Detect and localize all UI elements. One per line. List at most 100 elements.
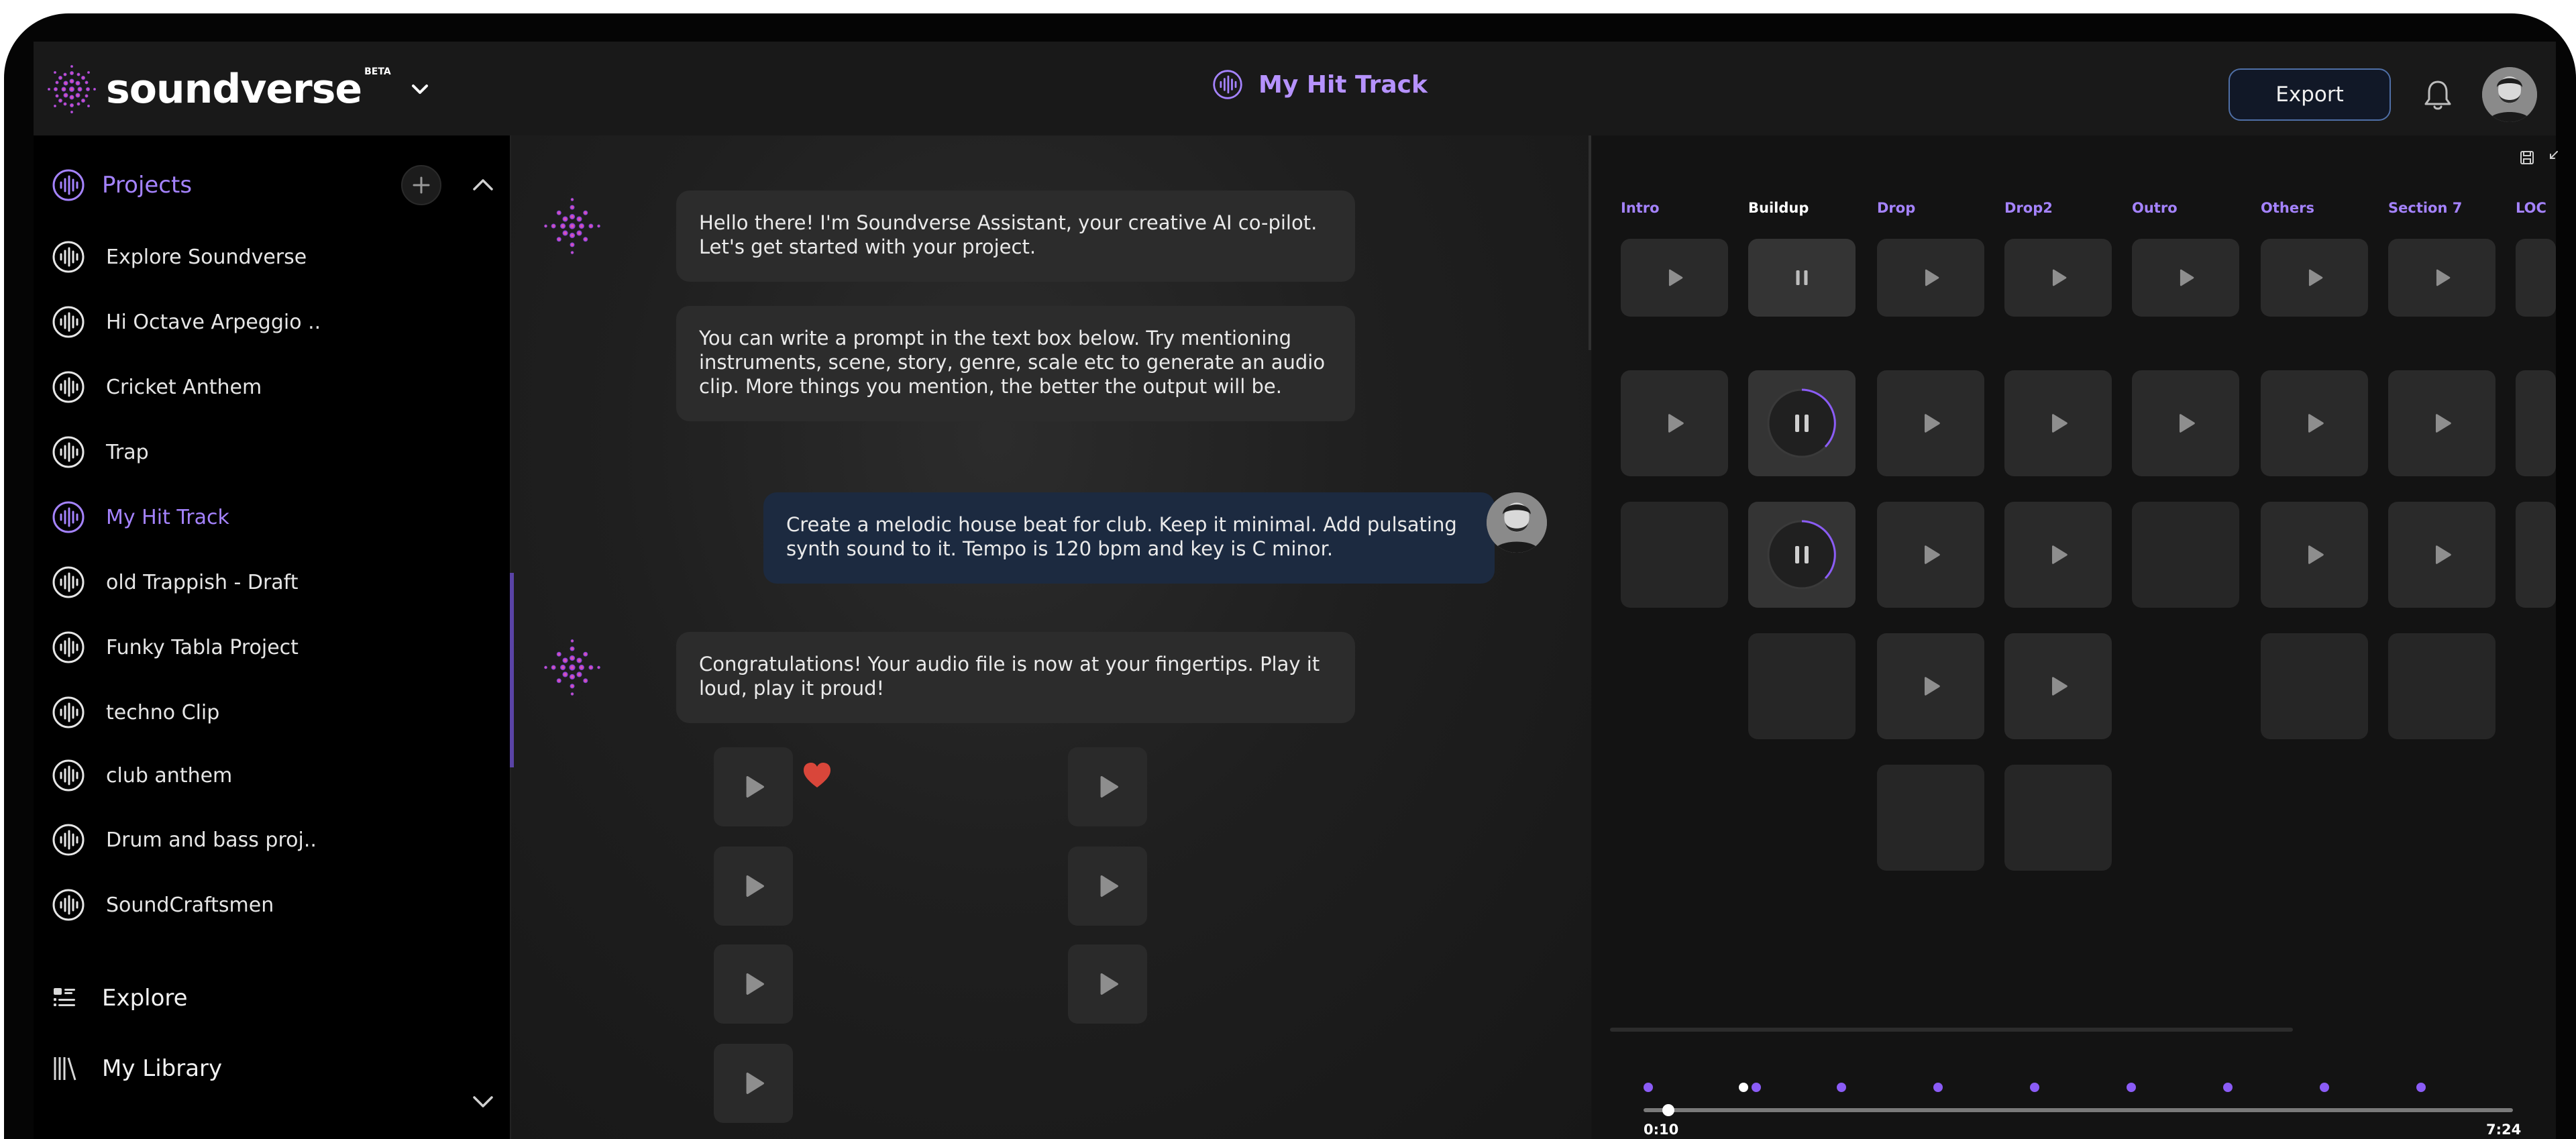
section-label[interactable]: Drop xyxy=(1877,200,1915,216)
timeline-marker[interactable] xyxy=(2127,1083,2136,1092)
play-icon xyxy=(1093,871,1122,901)
section-play-button[interactable] xyxy=(2261,239,2368,317)
clip-pad-empty[interactable] xyxy=(2004,765,2112,871)
project-item-drum-and-bass[interactable]: Drum and bass proj.. xyxy=(51,820,494,859)
project-item-soundcraftsmen[interactable]: SoundCraftsmen xyxy=(51,885,494,924)
nav-explore-label: Explore xyxy=(102,985,188,1012)
section-play-button[interactable] xyxy=(2388,239,2496,317)
chevron-down-icon[interactable] xyxy=(468,1087,498,1116)
clip-pad-playing[interactable] xyxy=(1748,370,1856,476)
clip-pad[interactable] xyxy=(1877,502,1984,608)
timeline-marker[interactable] xyxy=(1752,1083,1761,1092)
clip-pad[interactable] xyxy=(2516,370,2556,476)
clip-pad-empty[interactable] xyxy=(2261,633,2368,739)
clip-pad[interactable] xyxy=(1621,370,1728,476)
collapse-icon[interactable] xyxy=(2541,148,2561,168)
clip-pad-empty[interactable] xyxy=(1748,633,1856,739)
clip-pad[interactable] xyxy=(1877,370,1984,476)
project-item-club-anthem[interactable]: club anthem xyxy=(51,756,494,795)
save-icon[interactable] xyxy=(2517,148,2537,168)
section-label[interactable]: Section 7 xyxy=(2388,200,2462,216)
nav-my-library[interactable]: My Library xyxy=(51,1054,222,1083)
section-pause-button[interactable] xyxy=(1748,239,1856,317)
clip-pad-empty[interactable] xyxy=(1621,502,1728,608)
play-icon xyxy=(739,871,768,901)
project-item-old-trappish-draft[interactable]: old Trappish - Draft xyxy=(51,563,494,602)
timeline-marker[interactable] xyxy=(2223,1083,2233,1092)
clip-pad[interactable] xyxy=(2132,370,2239,476)
clip-pad-empty[interactable] xyxy=(1877,765,1984,871)
playback-thumb[interactable] xyxy=(1662,1104,1674,1116)
add-project-button[interactable] xyxy=(401,165,441,205)
bell-icon[interactable] xyxy=(2419,76,2457,114)
audio-clip-play-button[interactable] xyxy=(714,747,793,826)
project-item-trap[interactable]: Trap xyxy=(51,433,494,472)
clip-pad-playing[interactable] xyxy=(1748,502,1856,608)
clip-pad[interactable] xyxy=(2004,370,2112,476)
clip-pad[interactable] xyxy=(2388,502,2496,608)
timeline-marker-current[interactable] xyxy=(1739,1083,1748,1092)
project-item-techno-clip[interactable]: techno Clip xyxy=(51,693,494,732)
project-item-cricket-anthem[interactable]: Cricket Anthem xyxy=(51,368,494,406)
section-label[interactable]: Buildup xyxy=(1748,200,1809,216)
timeline-marker[interactable] xyxy=(1644,1083,1653,1092)
heart-icon[interactable] xyxy=(800,758,835,793)
chevron-up-icon[interactable] xyxy=(468,170,498,200)
clip-pad[interactable] xyxy=(2388,370,2496,476)
audio-clip-play-button[interactable] xyxy=(1068,847,1147,926)
project-item-explore-soundverse[interactable]: Explore Soundverse xyxy=(51,237,494,276)
timeline-marker[interactable] xyxy=(2320,1083,2329,1092)
audio-clip-play-button[interactable] xyxy=(1068,944,1147,1024)
audio-wave-icon xyxy=(51,822,86,857)
section-label[interactable]: LOC xyxy=(2516,200,2546,216)
play-icon xyxy=(1093,772,1122,802)
clip-pad-empty[interactable] xyxy=(2388,633,2496,739)
section-play-button[interactable] xyxy=(1877,239,1984,317)
timeline-marker[interactable] xyxy=(2416,1083,2426,1092)
projects-header[interactable]: Projects xyxy=(51,168,192,203)
section-label[interactable]: Intro xyxy=(1621,200,1660,216)
clip-pad[interactable] xyxy=(2004,502,2112,608)
section-play-button[interactable] xyxy=(2004,239,2112,317)
project-item-hi-octave-arpeggio[interactable]: Hi Octave Arpeggio .. xyxy=(51,303,494,341)
clip-pad[interactable] xyxy=(2516,502,2556,608)
timeline-marker[interactable] xyxy=(2030,1083,2039,1092)
clip-pad[interactable] xyxy=(1877,633,1984,739)
section-label[interactable]: Outro xyxy=(2132,200,2178,216)
play-icon xyxy=(1663,266,1686,289)
pause-icon xyxy=(1788,541,1815,568)
audio-clip-play-button[interactable] xyxy=(714,1044,793,1123)
timeline-marker[interactable] xyxy=(1933,1083,1943,1092)
projects-icon xyxy=(51,168,86,203)
playback-track[interactable] xyxy=(1644,1108,2513,1112)
section-play-button[interactable] xyxy=(2516,239,2556,317)
pause-icon xyxy=(1790,266,1813,289)
section-label[interactable]: Others xyxy=(2261,200,2314,216)
nav-explore[interactable]: Explore xyxy=(51,985,188,1012)
clip-pad[interactable] xyxy=(2261,502,2368,608)
export-button[interactable]: Export xyxy=(2229,68,2391,121)
section-label[interactable]: Drop2 xyxy=(2004,200,2053,216)
clip-pad[interactable] xyxy=(2004,633,2112,739)
play-icon xyxy=(739,772,768,802)
play-icon xyxy=(2047,266,2070,289)
clip-pad-empty[interactable] xyxy=(2132,502,2239,608)
device-frame: soundverse BETA My Hit Track Export Proj… xyxy=(4,13,2576,1139)
audio-clip-play-button[interactable] xyxy=(714,847,793,926)
clip-pad[interactable] xyxy=(2261,370,2368,476)
brand-logo[interactable]: soundverse BETA xyxy=(47,64,431,114)
project-label: Cricket Anthem xyxy=(106,375,262,399)
project-label: Drum and bass proj.. xyxy=(106,828,317,852)
section-play-button[interactable] xyxy=(1621,239,1728,317)
timeline-marker[interactable] xyxy=(1837,1083,1846,1092)
project-item-funky-tabla-project[interactable]: Funky Tabla Project xyxy=(51,628,494,667)
project-title: My Hit Track xyxy=(1212,68,1428,101)
section-play-button[interactable] xyxy=(2132,239,2239,317)
audio-clip-play-button[interactable] xyxy=(1068,747,1147,826)
assistant-message: Congratulations! Your audio file is now … xyxy=(676,632,1355,723)
chevron-down-icon[interactable] xyxy=(409,78,431,101)
project-item-my-hit-track[interactable]: My Hit Track xyxy=(51,498,494,537)
user-avatar[interactable] xyxy=(2482,67,2537,122)
audio-clip-play-button[interactable] xyxy=(714,944,793,1024)
horizontal-scrollbar[interactable] xyxy=(1610,1028,2293,1032)
